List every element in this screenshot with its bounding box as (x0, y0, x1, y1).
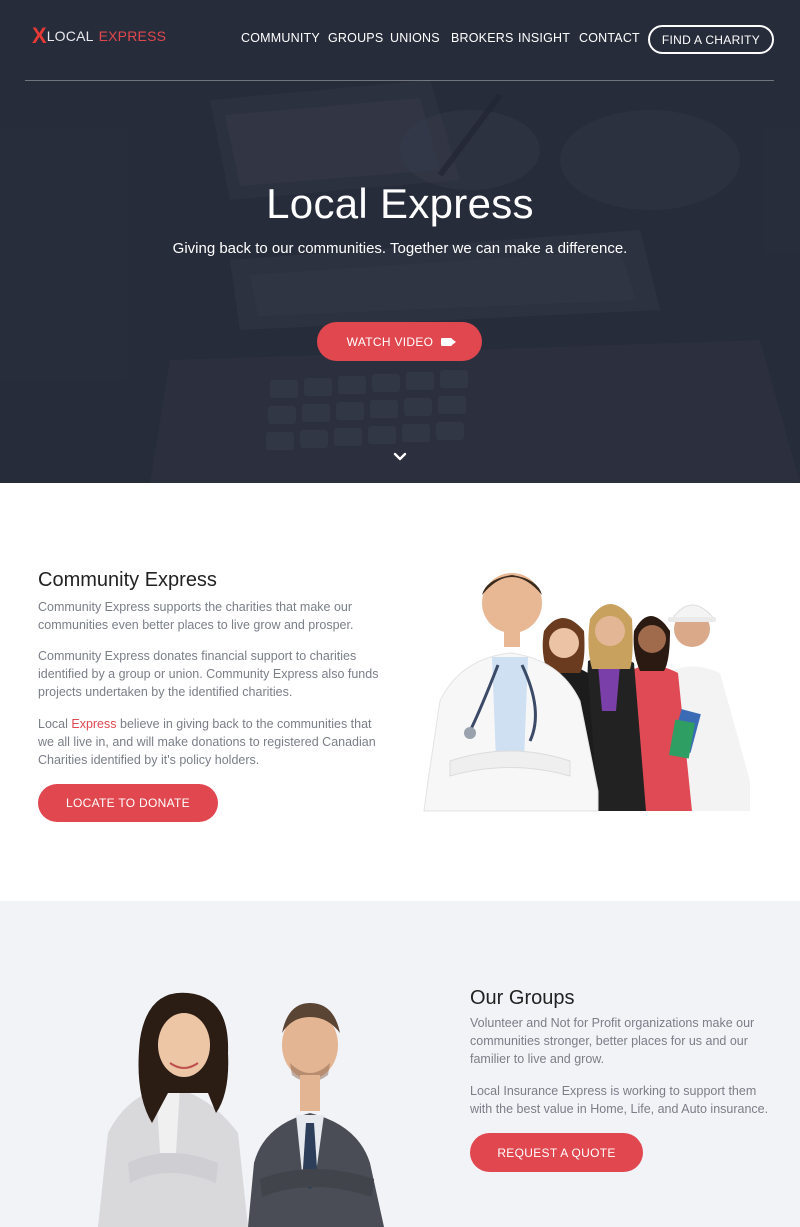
business-people-image (98, 992, 384, 1227)
nav-item-brokers[interactable]: BROKERS (451, 31, 514, 45)
video-camera-icon (441, 337, 457, 346)
logo-word-express: EXPRESS (98, 28, 167, 44)
watch-video-label: WATCH VIDEO (346, 334, 434, 349)
p3-text-start: Local (38, 717, 72, 731)
community-paragraph-1: Community Express supports the charities… (38, 600, 354, 632)
community-express-section: Community Express Community Express supp… (0, 483, 800, 901)
nav-item-groups[interactable]: GROUPS (328, 31, 383, 45)
hero-title: Local Express (266, 180, 534, 227)
watch-video-button[interactable]: WATCH VIDEO (317, 322, 482, 361)
community-paragraph-2: Community Express donates financial supp… (38, 649, 379, 699)
professionals-group-image (423, 573, 750, 812)
chevron-down-icon[interactable] (392, 450, 408, 464)
groups-paragraph-2: Local Insurance Express is working to su… (470, 1084, 769, 1116)
nav-item-community[interactable]: COMMUNITY (241, 31, 320, 45)
groups-paragraph-1: Volunteer and Not for Profit organizatio… (470, 1016, 755, 1066)
find-a-charity-button[interactable]: FIND A CHARITY (648, 25, 774, 54)
community-title: Community Express (38, 569, 217, 591)
request-a-quote-button[interactable]: REQUEST A QUOTE (470, 1133, 643, 1172)
nav-item-unions[interactable]: UNIONS (390, 31, 440, 45)
express-highlight: Express (71, 717, 117, 731)
logo-word-local: LOCAL (46, 28, 94, 44)
logo-mark: X (32, 23, 47, 48)
hero-subtitle: Giving back to our communities. Together… (172, 240, 628, 257)
nav-item-insight[interactable]: INSIGHT (518, 31, 570, 45)
our-groups-section: Our Groups Volunteer and Not for Profit … (0, 901, 800, 1227)
nav-divider (25, 80, 774, 81)
nav-item-contact[interactable]: CONTACT (579, 31, 640, 45)
site-logo[interactable]: X LOCAL EXPRESS (32, 23, 167, 48)
locate-to-donate-button[interactable]: LOCATE TO DONATE (38, 784, 218, 822)
top-navigation: X LOCAL EXPRESS COMMUNITY GROUPS UNIONS … (0, 0, 800, 81)
hero-section: X LOCAL EXPRESS COMMUNITY GROUPS UNIONS … (0, 0, 800, 483)
groups-title: Our Groups (470, 987, 575, 1009)
community-paragraph-3: Local Express believe in giving back to … (38, 715, 388, 769)
